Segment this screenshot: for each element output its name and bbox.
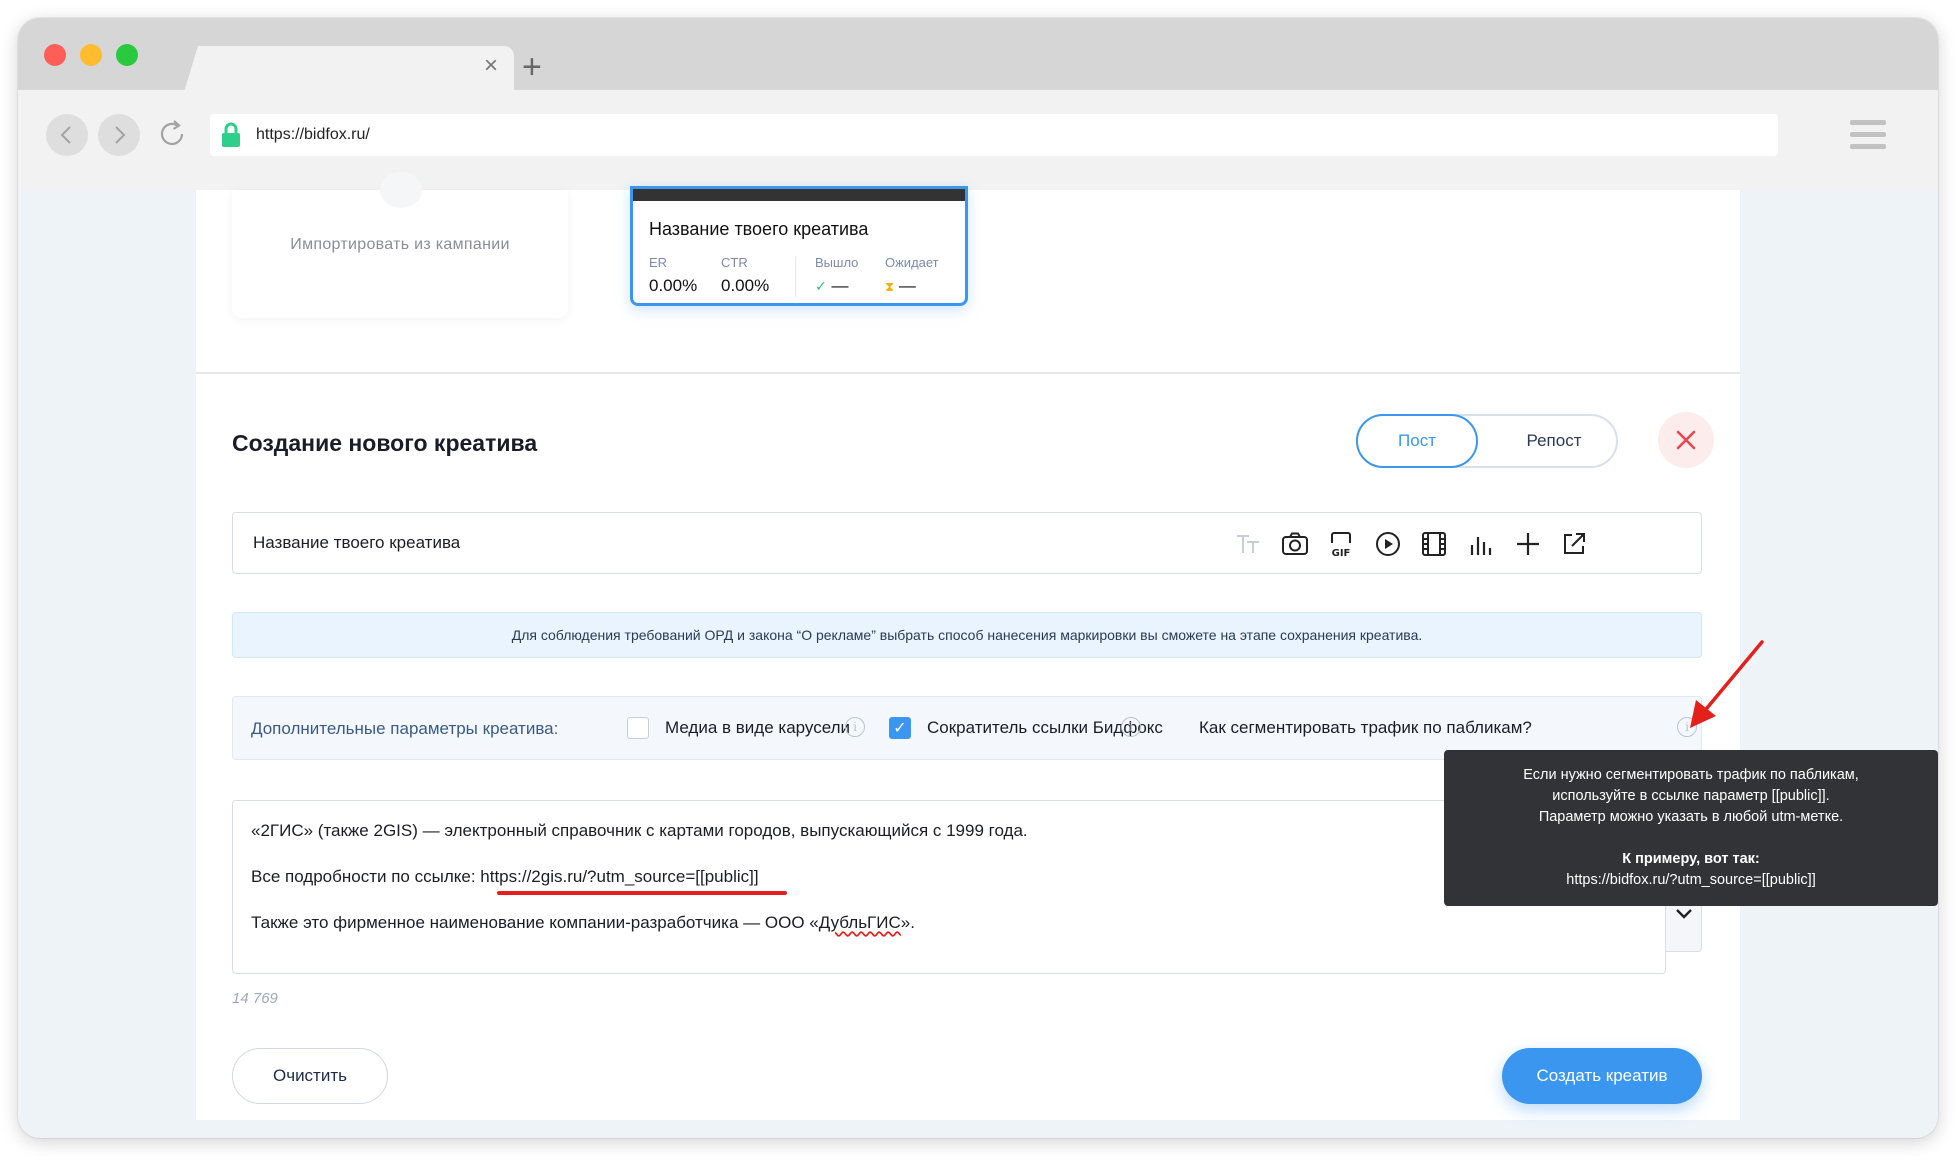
preview-title: Название твоего креатива xyxy=(649,219,869,239)
address-bar[interactable]: https://bidfox.ru/ xyxy=(210,114,1778,156)
minimize-window-button[interactable] xyxy=(80,44,102,66)
stat-waiting-value: — xyxy=(898,276,916,295)
shortener-info-icon[interactable]: i xyxy=(1121,717,1141,737)
tooltip-line-3: Параметр можно указать в любой utm-метке… xyxy=(1538,809,1844,825)
creative-title-input[interactable]: Название твоего креатива GIF xyxy=(232,512,1702,574)
post-type-toggle: Пост Репост xyxy=(1356,414,1618,468)
tooltip-example-url: https://bidfox.ru/?utm_source=[[public]] xyxy=(1566,872,1816,888)
browser-toolbar: https://bidfox.ru/ xyxy=(18,90,1938,190)
maximize-window-button[interactable] xyxy=(116,44,138,66)
char-count: 14 769 xyxy=(232,990,278,1007)
stat-waiting-label: Ожидает xyxy=(885,255,939,270)
tooltip-line-1: Если нужно сегментировать трафик по пабл… xyxy=(1523,767,1859,783)
camera-icon[interactable] xyxy=(1280,529,1310,559)
body-line-2-prefix: Все подробности по ссылке: xyxy=(251,867,481,886)
play-icon[interactable] xyxy=(1373,529,1403,559)
chart-icon[interactable] xyxy=(1466,529,1496,559)
body-line-3-prefix: Также это фирменное наименование компани… xyxy=(251,913,819,932)
creative-preview-card[interactable]: Название твоего креатива ER 0.00% CTR 0.… xyxy=(630,186,968,306)
segment-tooltip: Если нужно сегментировать трафик по пабл… xyxy=(1444,750,1938,906)
stat-published-label: Вышло xyxy=(815,255,859,270)
check-icon: ✓ xyxy=(815,278,827,294)
stat-published: Вышло ✓ — xyxy=(815,255,858,296)
stat-ctr: CTR 0.00% xyxy=(721,255,769,296)
plus-icon[interactable] xyxy=(1513,529,1543,559)
stat-ctr-label: CTR xyxy=(721,255,748,270)
hamburger-menu-icon[interactable] xyxy=(1850,120,1886,152)
chevron-down-icon[interactable] xyxy=(1674,907,1694,921)
reload-icon[interactable] xyxy=(154,116,190,152)
browser-tab[interactable]: × xyxy=(184,46,514,92)
external-link-icon[interactable] xyxy=(1559,529,1589,559)
toggle-post-button[interactable]: Пост xyxy=(1356,414,1478,468)
body-line-2: Все подробности по ссылке: https://2gis.… xyxy=(251,867,759,887)
stat-ctr-value: 0.00% xyxy=(721,276,770,295)
url-text[interactable]: https://bidfox.ru/ xyxy=(256,126,370,144)
hourglass-icon: ⧗ xyxy=(885,279,895,294)
link-highlight-underline xyxy=(497,891,787,895)
import-icon xyxy=(380,172,422,208)
create-creative-button[interactable]: Создать креатив xyxy=(1502,1048,1702,1104)
section-divider xyxy=(196,372,1740,374)
clear-button[interactable]: Очистить xyxy=(232,1048,388,1104)
body-line-3: Также это фирменное наименование компани… xyxy=(251,913,915,933)
toggle-repost-button[interactable]: Репост xyxy=(1490,416,1618,466)
chevron-left-icon xyxy=(60,126,71,144)
carousel-checkbox[interactable] xyxy=(627,717,649,739)
annotation-arrow xyxy=(1690,640,1764,728)
body-line-1: «2ГИС» (также 2GIS) — электронный справо… xyxy=(251,821,1028,840)
close-icon xyxy=(1676,430,1696,450)
stat-published-value: — xyxy=(831,276,849,295)
stat-er-label: ER xyxy=(649,255,668,270)
close-window-button[interactable] xyxy=(44,44,66,66)
stat-er-value: 0.00% xyxy=(649,276,698,295)
back-button[interactable] xyxy=(46,114,88,156)
tooltip-example-label: К примеру, вот так: xyxy=(1622,851,1760,867)
carousel-label[interactable]: Медиа в виде карусели xyxy=(665,718,850,738)
marking-notice: Для соблюдения требований ОРД и закона “… xyxy=(232,612,1702,658)
carousel-info-icon[interactable]: i xyxy=(845,717,865,737)
text-format-icon[interactable] xyxy=(1233,529,1263,559)
stat-waiting: Ожидает ⧗ — xyxy=(885,255,939,296)
import-card[interactable]: Импортировать из кампании xyxy=(232,172,568,318)
import-label: Импортировать из кампании xyxy=(290,236,510,253)
creative-title-value[interactable]: Название твоего креатива xyxy=(253,533,460,553)
close-form-button[interactable] xyxy=(1658,412,1714,468)
stat-er: ER 0.00% xyxy=(649,255,697,296)
forward-button[interactable] xyxy=(98,114,140,156)
browser-window: × + https://bidfox.ru/ Импортировать из … xyxy=(18,18,1938,1138)
lock-icon xyxy=(222,122,240,147)
tab-close-icon[interactable]: × xyxy=(484,54,498,78)
film-icon[interactable] xyxy=(1419,529,1449,559)
page-content: Импортировать из кампании Название твоег… xyxy=(196,172,1740,1120)
chevron-right-icon xyxy=(115,126,126,144)
preview-media-strip xyxy=(633,189,965,201)
params-label: Дополнительные параметры креатива: xyxy=(251,719,559,738)
shortener-checkbox[interactable]: ✓ xyxy=(889,717,911,739)
title-bar: × + xyxy=(18,18,1938,92)
new-tab-button[interactable]: + xyxy=(522,50,542,84)
tooltip-line-2: используйте в ссылке параметр [[public]]… xyxy=(1552,788,1830,804)
svg-text:GIF: GIF xyxy=(1332,548,1351,559)
body-line-3-suffix: ». xyxy=(900,913,915,932)
segment-label: Как сегментировать трафик по пабликам? xyxy=(1199,718,1532,737)
page-title: Создание нового креатива xyxy=(232,430,538,456)
stat-divider xyxy=(795,257,796,297)
spellcheck-word: ДубльГИС xyxy=(818,913,901,932)
body-link[interactable]: https://2gis.ru/?utm_source=[[public]] xyxy=(480,867,758,886)
gif-icon[interactable]: GIF xyxy=(1326,529,1356,559)
